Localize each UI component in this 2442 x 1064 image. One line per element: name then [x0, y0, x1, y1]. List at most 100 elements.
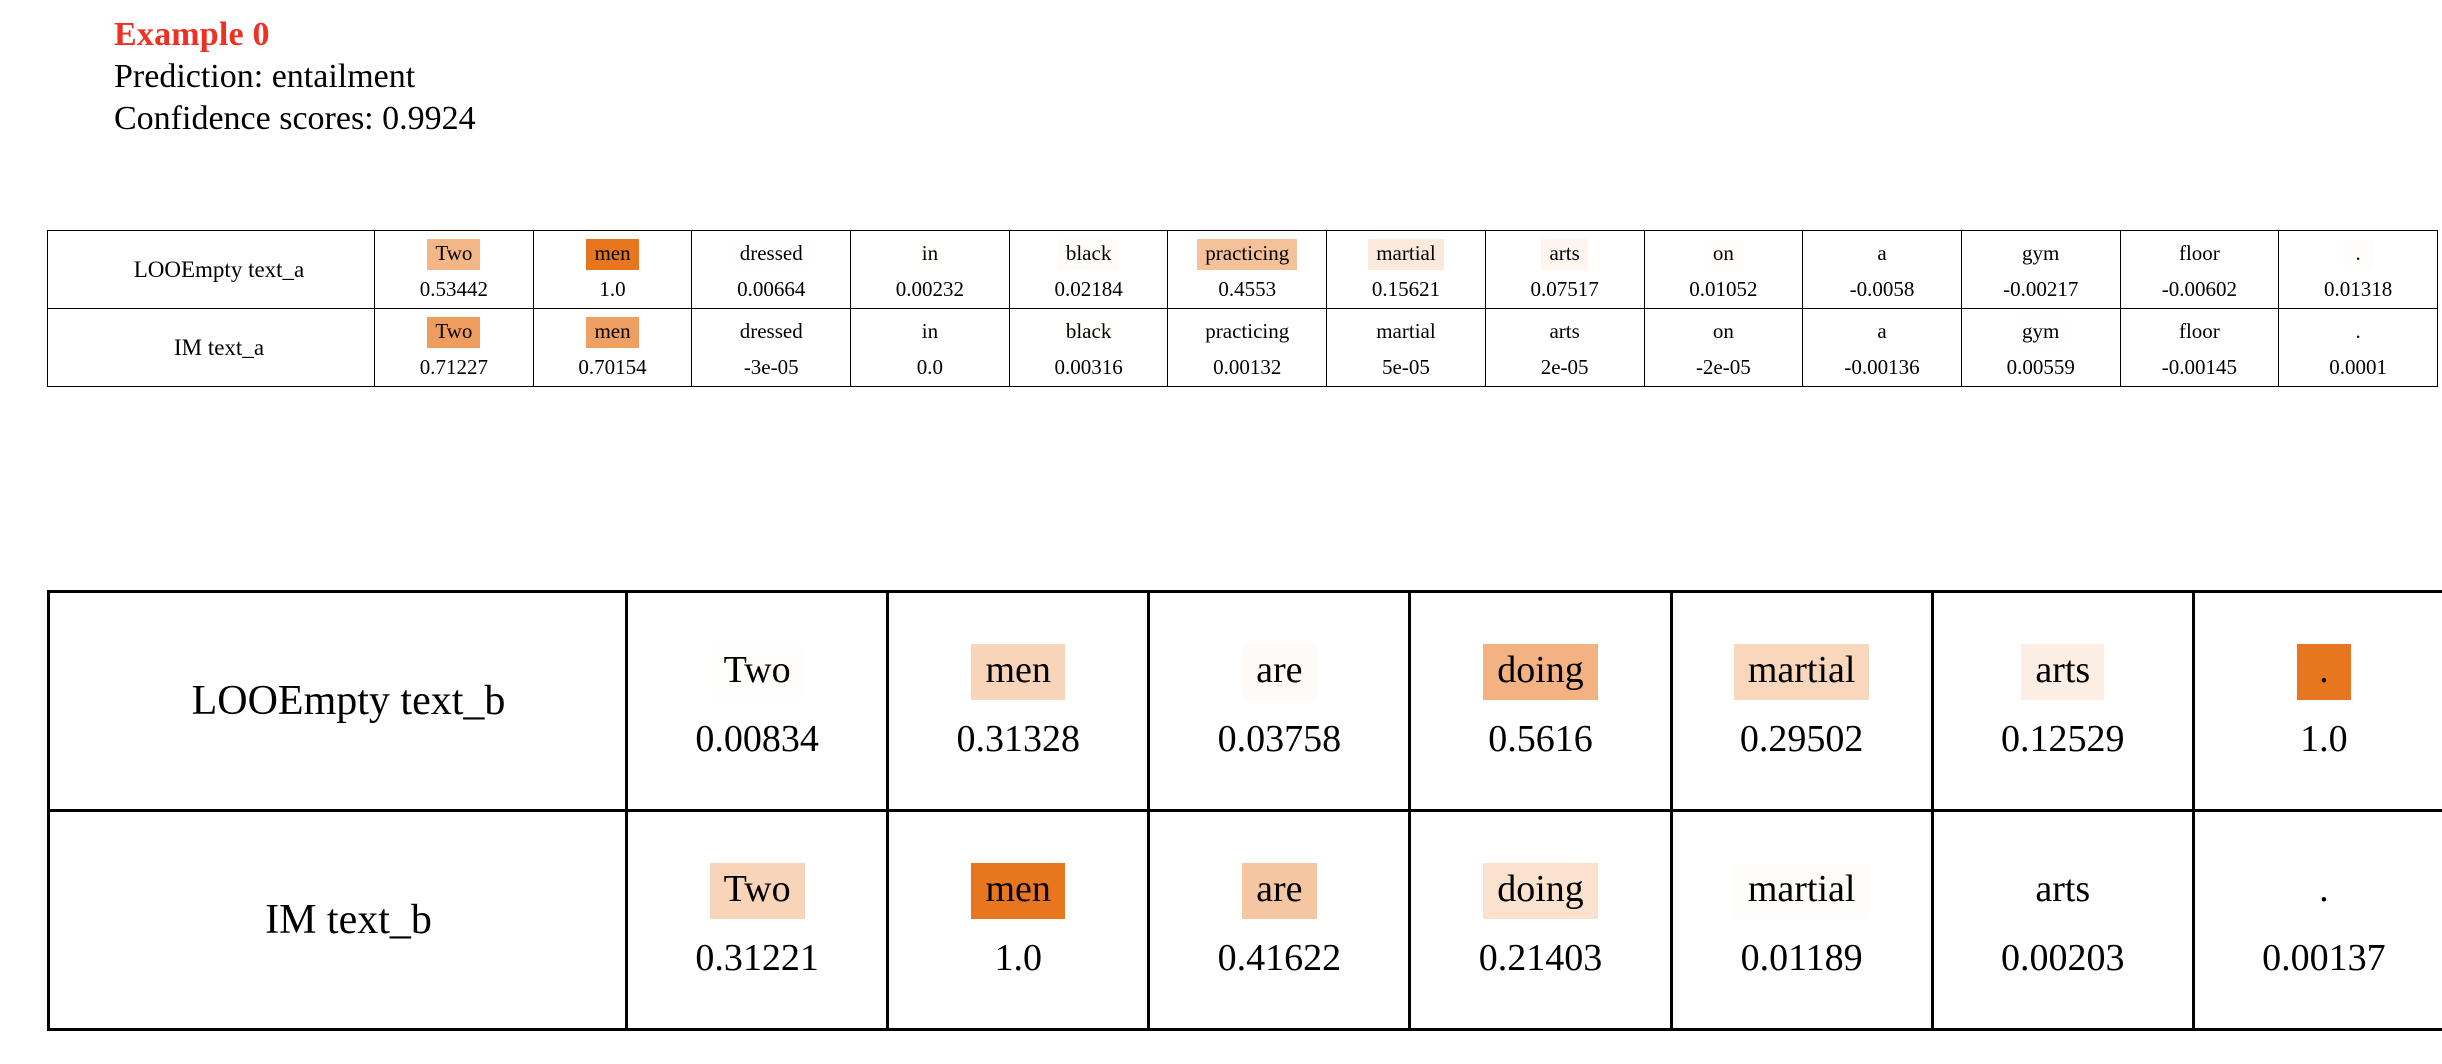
token-highlight: doing	[1483, 644, 1598, 700]
token-cell: arts 0.12529	[1930, 591, 2194, 811]
token-cell: men 0.31328	[886, 591, 1149, 811]
token-cell: floor -0.00145	[2119, 308, 2279, 387]
token-stack: are 0.41622	[1150, 863, 1408, 977]
token-cell: a -0.0058	[1802, 230, 1962, 309]
token-score: -0.00145	[2161, 354, 2238, 379]
token-cell: Two 0.00834	[624, 591, 888, 811]
token-stack: martial 0.01189	[1673, 863, 1931, 977]
token-cell: floor -0.00602	[2119, 230, 2279, 309]
token-highlight: floor	[2170, 239, 2228, 270]
token-stack: on 0.01052	[1645, 239, 1803, 300]
attribution-table-text-a: LOOEmpty text_a Two 0.53442 men 1.0 dressed 0.…	[47, 230, 2438, 387]
prediction-line: Prediction: entailment	[114, 58, 416, 96]
table-b-body: LOOEmpty text_b Two 0.00834 men 0.31328 are 0.…	[48, 591, 2442, 1030]
token-cell: are 0.03758	[1147, 591, 1410, 811]
token-highlight: practicing	[1197, 317, 1298, 348]
token-cell: . 1.0	[2191, 591, 2442, 811]
token-highlight: .	[2296, 644, 2351, 700]
token-score: 0.01318	[2323, 276, 2393, 301]
token-score: 0.12529	[2001, 717, 2125, 760]
token-cell: martial 0.15621	[1326, 230, 1486, 309]
token-score: 0.15621	[1371, 276, 1441, 301]
example-header: Example 0 Prediction: entailment Confide…	[114, 14, 476, 140]
token-highlight: arts	[1541, 239, 1588, 270]
token-cell: arts 0.00203	[1930, 809, 2194, 1030]
token-highlight: in	[913, 317, 947, 348]
token-highlight: on	[1704, 239, 1742, 270]
token-score: 0.00232	[895, 276, 965, 301]
token-highlight: .	[2343, 239, 2374, 270]
token-stack: men 0.31328	[889, 644, 1147, 758]
token-stack: floor -0.00145	[2121, 317, 2279, 378]
row-label-text_a-0: LOOEmpty text_a	[47, 230, 375, 309]
token-score: -2e-05	[1695, 354, 1751, 379]
token-stack: black 0.02184	[1010, 239, 1168, 300]
token-cell: . 0.0001	[2278, 308, 2438, 387]
token-score: 0.0001	[2329, 354, 2387, 379]
token-stack: . 0.0001	[2279, 317, 2437, 378]
token-score: 1.0	[2300, 717, 2348, 760]
table-row: IM text_b Two 0.31221 men 1.0 are 0.41622 doing…	[48, 809, 2442, 1030]
token-stack: Two 0.31221	[628, 863, 886, 977]
token-score: 0.07517	[1530, 276, 1599, 301]
token-stack: practicing 0.00132	[1168, 317, 1326, 378]
token-highlight: practicing	[1197, 239, 1298, 270]
token-score: 0.00132	[1213, 354, 1282, 379]
token-score: 0.31221	[695, 936, 819, 979]
token-score: 0.31328	[956, 717, 1080, 760]
token-highlight: gym	[2014, 239, 2068, 270]
token-stack: martial 0.29502	[1673, 644, 1931, 758]
token-highlight: men	[586, 239, 639, 270]
token-cell: on 0.01052	[1643, 230, 1803, 309]
row-label-text_b-1: IM text_b	[48, 809, 627, 1030]
token-stack: . 0.01318	[2279, 239, 2437, 300]
token-stack: Two 0.00834	[628, 644, 886, 758]
token-stack: on -2e-05	[1645, 317, 1803, 378]
token-score: 0.00664	[737, 276, 806, 301]
token-stack: martial 5e-05	[1327, 317, 1485, 378]
token-score: 0.4553	[1218, 276, 1277, 301]
token-highlight: are	[1242, 863, 1317, 919]
token-cell: gym -0.00217	[1960, 230, 2121, 309]
token-cell: practicing 0.4553	[1167, 230, 1327, 309]
example-title: Example 0	[114, 16, 270, 53]
token-cell: black 0.00316	[1008, 308, 1168, 387]
token-score: -0.0058	[1849, 276, 1915, 301]
token-stack: dressed -3e-05	[692, 317, 850, 378]
token-cell: black 0.02184	[1008, 230, 1168, 309]
table-row: LOOEmpty text_b Two 0.00834 men 0.31328 are 0.…	[48, 591, 2442, 811]
token-highlight: in	[913, 239, 947, 270]
token-stack: arts 0.12529	[1934, 644, 2192, 758]
token-score: 5e-05	[1382, 354, 1430, 379]
token-highlight: martial	[1368, 317, 1444, 348]
token-score: 0.5616	[1488, 717, 1593, 760]
token-cell: in 0.00232	[850, 230, 1010, 309]
token-highlight: on	[1704, 317, 1742, 348]
token-score: 0.00137	[2262, 936, 2386, 979]
token-score: 0.01189	[1740, 936, 1863, 979]
token-highlight: Two	[709, 863, 805, 919]
row-label-text_b-0: LOOEmpty text_b	[48, 591, 627, 811]
token-highlight: black	[1057, 239, 1120, 270]
token-score: 0.02184	[1054, 276, 1123, 301]
token-score: 0.41622	[1217, 936, 1342, 979]
token-highlight: gym	[2014, 317, 2068, 348]
token-stack: Two 0.53442	[375, 239, 533, 300]
token-stack: a -0.0058	[1803, 239, 1961, 300]
token-cell: men 0.70154	[532, 308, 692, 387]
token-cell: . 0.00137	[2191, 809, 2442, 1030]
token-highlight: arts	[2021, 644, 2105, 700]
token-score: -0.00217	[2003, 276, 2079, 301]
table-row: LOOEmpty text_a Two 0.53442 men 1.0 dressed 0.…	[47, 230, 2438, 309]
token-highlight: men	[971, 863, 1065, 919]
token-highlight: martial	[1733, 644, 1870, 700]
token-highlight: men	[586, 317, 639, 348]
token-cell: are 0.41622	[1147, 809, 1410, 1030]
token-highlight: dressed	[731, 317, 811, 348]
token-stack: gym 0.00559	[1962, 317, 2120, 378]
token-stack: black 0.00316	[1010, 317, 1168, 378]
token-cell: men 1.0	[532, 230, 692, 309]
token-highlight: arts	[2021, 863, 2105, 919]
token-stack: arts 2e-05	[1486, 317, 1644, 378]
token-score: 0.70154	[578, 354, 647, 379]
